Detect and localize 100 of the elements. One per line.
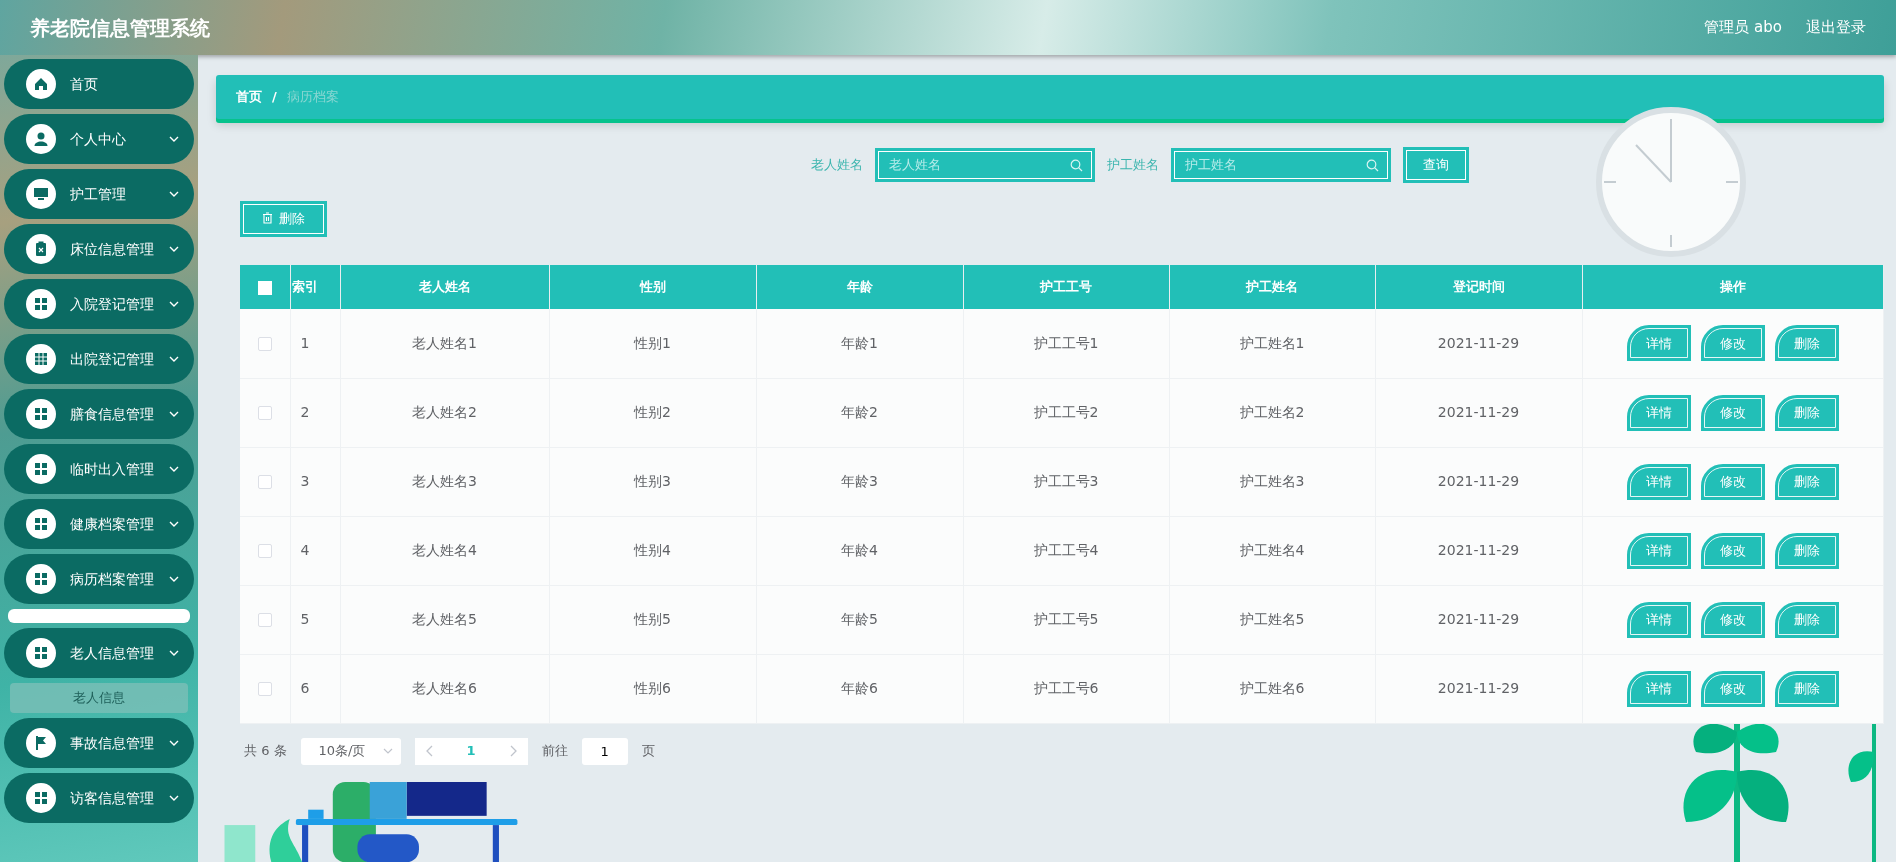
page-size-select[interactable]: 10条/页 [300,737,401,765]
table-cell: 2021-11-29 [1437,542,1520,558]
table-cell: 护工姓名1 [1239,334,1305,351]
table-cell: 年龄4 [841,542,878,558]
table-cell: 护工姓名3 [1239,473,1305,489]
user-icon [32,130,50,148]
table-cell: 年龄6 [841,680,878,696]
table-cell: 老人姓名3 [412,473,477,489]
home-icon [32,75,50,93]
sidebar-menu-item[interactable]: 出院登记管理 [4,334,194,384]
table-cell: 性别3 [634,473,671,489]
chevron-left-icon[interactable] [424,745,435,757]
action-button[interactable]: 修改 [1700,670,1765,707]
table-cell: 护工姓名2 [1239,404,1305,420]
action-button[interactable]: 修改 [1700,532,1765,569]
row-checkbox[interactable] [257,406,272,420]
action-button[interactable]: 删除 [1774,670,1839,707]
action-button[interactable]: 详情 [1626,670,1691,707]
table-cell: 护工工号4 [1033,542,1099,558]
sidebar-menu-item[interactable]: 个人中心 [4,114,194,164]
table-cell: 护工姓名5 [1239,611,1305,627]
breadcrumb-link[interactable]: 首页 [236,87,262,107]
action-button[interactable]: 删除 [1774,325,1839,362]
grid-icon [32,295,50,313]
submenu-item[interactable]: 老人信息 [10,683,188,713]
table-cell: 老人姓名5 [412,611,477,627]
row-checkbox[interactable] [257,336,272,351]
table-cell: 2021-11-29 [1437,473,1520,489]
goto-page-field[interactable]: 1 [581,737,628,765]
sidebar-menu-item[interactable]: 健康档案管理 [4,499,194,549]
row-checkbox[interactable] [257,613,272,627]
grid-icon [32,405,50,423]
search-field[interactable]: 老人姓名 [875,148,1095,182]
sidebar-menu-item[interactable]: 膳食信息管理 [4,389,194,439]
column-header: 操作 [1582,265,1884,309]
action-button[interactable]: 删除 [1774,532,1839,569]
table-cell: 年龄2 [841,404,878,420]
goto-suffix: 页 [641,742,655,761]
action-button[interactable]: 修改 [1700,601,1765,638]
search-input[interactable]: 护工姓名 [1183,154,1366,176]
sidebar-menu-item[interactable]: 临时出入管理 [4,444,194,494]
action-button[interactable]: 删除 [1774,394,1839,431]
row-checkbox[interactable] [257,475,272,489]
search-input[interactable]: 老人姓名 [887,154,1070,176]
sidebar-menu-item[interactable]: 老人信息管理 [4,628,194,678]
table-cell: 1 [300,334,310,351]
search-label: 护工姓名 [1107,156,1159,175]
table-cell: 6 [300,680,310,696]
table-cell: 护工姓名4 [1239,542,1305,558]
action-button[interactable]: 详情 [1626,601,1691,638]
action-button[interactable]: 详情 [1626,325,1691,362]
grid-icon [32,460,50,478]
delete-button[interactable]: 删除 [240,201,327,237]
breadcrumb-separator: / [272,88,277,107]
action-button[interactable]: 修改 [1700,394,1765,431]
search-field[interactable]: 护工姓名 [1171,148,1391,182]
table-cell: 2021-11-29 [1437,334,1520,351]
action-button[interactable]: 删除 [1774,463,1839,500]
sidebar-menu-item[interactable]: 病历档案管理 [4,554,194,604]
breadcrumb-current: 病历档案 [286,88,339,107]
grid-icon [32,644,50,662]
logout-link[interactable]: 退出登录 [1806,16,1866,39]
column-header: 性别 [549,265,756,309]
table-cell: 性别1 [634,334,671,351]
page-number[interactable]: 1 [460,741,482,761]
table-cell: 2021-11-29 [1437,680,1520,696]
table-cell: 性别6 [634,680,671,696]
sidebar-menu-item[interactable]: 访客信息管理 [4,773,194,823]
sidebar-menu-item[interactable]: 首页 [4,59,194,109]
action-button[interactable]: 修改 [1700,325,1765,362]
search-icon [1070,158,1083,172]
table-cell: 年龄1 [841,334,878,351]
admin-user: 管理员 abo [1704,17,1782,39]
row-checkbox[interactable] [257,682,272,696]
grid-icon [32,570,50,588]
sidebar-menu-item[interactable]: 入院登记管理 [4,279,194,329]
column-header: 护工工号 [963,265,1169,309]
action-button[interactable]: 详情 [1626,394,1691,431]
sidebar-menu-item[interactable]: 护工管理 [4,169,194,219]
table-cell: 护工姓名6 [1239,680,1305,696]
monitor-icon [32,185,50,203]
action-button[interactable]: 详情 [1626,463,1691,500]
sidebar-menu-item[interactable]: 事故信息管理 [4,718,194,768]
action-button[interactable]: 详情 [1626,532,1691,569]
table-cell: 老人姓名4 [412,542,477,558]
row-checkbox[interactable] [257,544,272,558]
action-button[interactable]: 修改 [1700,463,1765,500]
table-cell: 护工工号5 [1033,611,1099,627]
select-all-checkbox[interactable] [257,280,272,295]
column-header: 老人姓名 [340,265,549,309]
search-button[interactable]: 查询 [1403,147,1469,183]
sidebar-menu-item[interactable]: 床位信息管理 [4,224,194,274]
action-button[interactable]: 删除 [1774,601,1839,638]
column-header: 登记时间 [1375,265,1582,309]
table-cell: 2021-11-29 [1437,404,1520,420]
table-cell: 4 [300,542,310,558]
total-count: 共 6 条 [244,742,287,761]
column-header: 索引 [290,265,340,309]
app-title: 养老院信息管理系统 [30,14,210,42]
column-header: 年龄 [756,265,963,309]
